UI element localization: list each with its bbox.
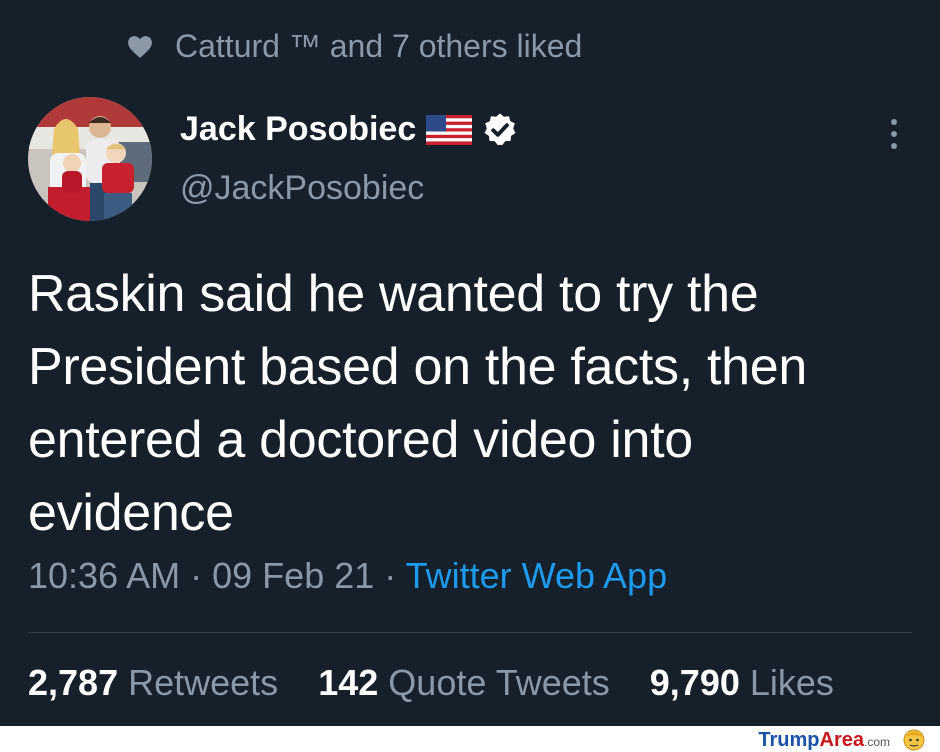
us-flag-icon bbox=[426, 114, 473, 145]
tweet-date[interactable]: 09 Feb 21 bbox=[212, 555, 374, 596]
tweet-text: Raskin said he wanted to try the Preside… bbox=[28, 265, 807, 542]
quote-tweets-stat[interactable]: 142 Quote Tweets bbox=[318, 662, 610, 703]
tweet-time[interactable]: 10:36 AM bbox=[28, 555, 180, 596]
engagement-stats: 2,787 Retweets 142 Quote Tweets 9,790 Li… bbox=[28, 662, 864, 704]
heart-icon bbox=[128, 35, 152, 58]
author-row[interactable]: Jack Posobiec bbox=[180, 110, 518, 149]
quote-tweets-count: 142 bbox=[318, 662, 379, 703]
meta-separator: · bbox=[384, 555, 397, 596]
retweets-count: 2,787 bbox=[28, 662, 119, 703]
watermark-part1: Trump bbox=[758, 729, 820, 751]
retweets-label: Retweets bbox=[128, 662, 279, 703]
mascot-icon bbox=[903, 729, 925, 751]
watermark-part3: .com bbox=[863, 735, 890, 749]
more-options-icon[interactable] bbox=[886, 117, 902, 151]
divider bbox=[28, 632, 912, 633]
social-context-text: Catturd ™ and 7 others liked bbox=[175, 28, 583, 64]
author-name[interactable]: Jack Posobiec bbox=[180, 110, 416, 149]
meta-separator: · bbox=[190, 555, 203, 596]
likes-count: 9,790 bbox=[649, 662, 740, 703]
tweet-metadata: 10:36 AM · 09 Feb 21 · Twitter Web App bbox=[28, 555, 667, 597]
verified-icon bbox=[484, 113, 516, 145]
avatar[interactable] bbox=[28, 97, 152, 221]
retweets-stat[interactable]: 2,787 Retweets bbox=[28, 662, 278, 703]
tweet-source-link[interactable]: Twitter Web App bbox=[406, 555, 667, 596]
author-handle[interactable]: @JackPosobiec bbox=[180, 169, 424, 208]
likes-label: Likes bbox=[749, 662, 834, 703]
social-context[interactable]: Catturd ™ and 7 others liked bbox=[127, 28, 582, 65]
watermark-part2: Area bbox=[819, 729, 864, 751]
watermark: TrumpArea.com bbox=[758, 729, 890, 752]
likes-stat[interactable]: 9,790 Likes bbox=[650, 662, 834, 703]
quote-tweets-label: Quote Tweets bbox=[388, 662, 610, 703]
